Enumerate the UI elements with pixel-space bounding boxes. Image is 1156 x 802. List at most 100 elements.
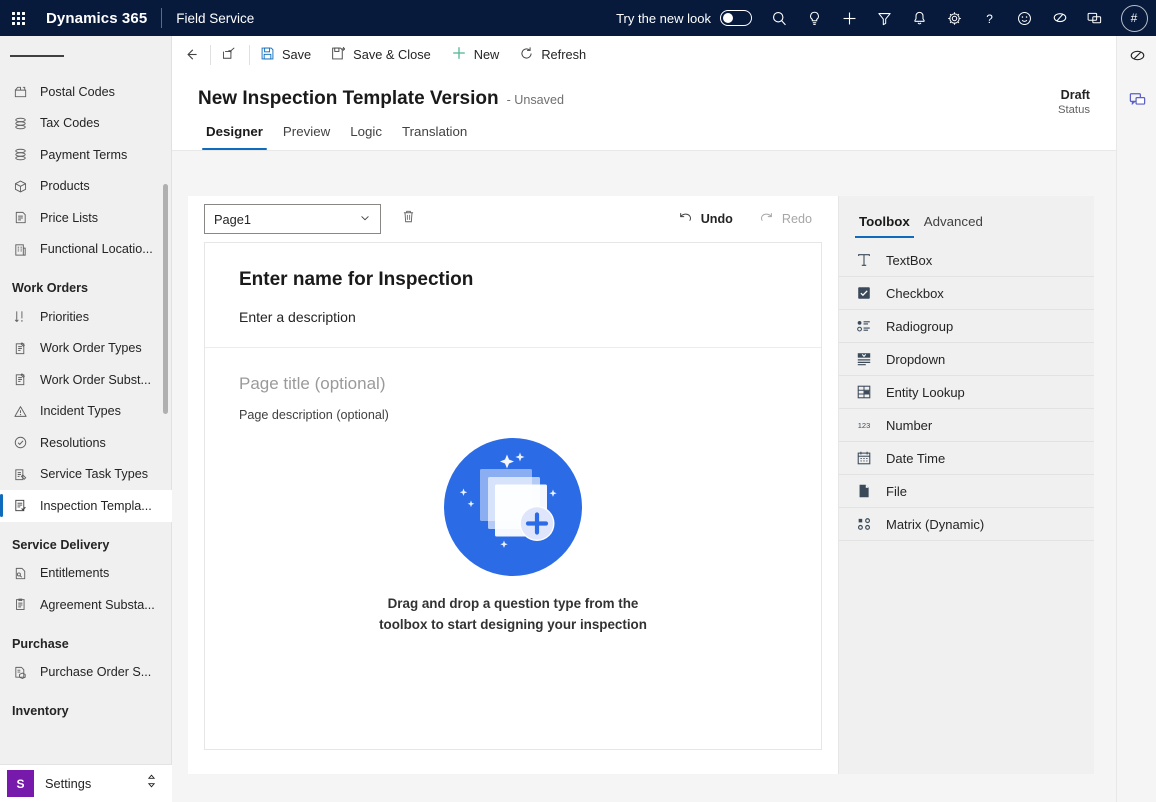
sidebar-item-label: Purchase Order S... xyxy=(40,665,152,680)
new-button[interactable]: New xyxy=(441,36,510,74)
save-and-close-button[interactable]: Save & Close xyxy=(321,36,441,74)
sidebar-item-payment-terms[interactable]: Payment Terms xyxy=(0,139,172,171)
refresh-button[interactable]: Refresh xyxy=(509,36,596,74)
sidebar-item-work-order-types[interactable]: Work Order Types xyxy=(0,333,172,365)
date-time-icon xyxy=(855,449,873,467)
sidebar-item-products[interactable]: Products xyxy=(0,171,172,203)
smiley-icon[interactable] xyxy=(1007,0,1042,36)
redo-icon xyxy=(759,210,774,228)
main-content: Save Save & Close New Refresh New Inspec… xyxy=(172,36,1116,802)
inspection-description-input[interactable]: Enter a description xyxy=(239,309,787,325)
dropdown-icon xyxy=(855,350,873,368)
sidebar-item-agreement-substatus[interactable]: Agreement Substa... xyxy=(0,589,172,621)
quick-create-icon[interactable] xyxy=(832,0,867,36)
toolbox-item-checkbox[interactable]: Checkbox xyxy=(839,277,1094,310)
back-button[interactable] xyxy=(172,36,210,74)
page-title-input[interactable]: Page title (optional) xyxy=(239,374,787,394)
sidebar-item-label: Inspection Templa... xyxy=(40,498,152,513)
copilot-icon xyxy=(1128,46,1147,70)
copilot-panel-button[interactable] xyxy=(1117,36,1156,80)
toolbox-item-matrix-dynamic[interactable]: Matrix (Dynamic) xyxy=(839,508,1094,541)
copilot-icon[interactable] xyxy=(1042,0,1077,36)
inspection-header-block: Enter name for Inspection Enter a descri… xyxy=(205,243,821,348)
sidebar-item-resolutions[interactable]: Resolutions xyxy=(0,427,172,459)
refresh-label: Refresh xyxy=(541,47,587,62)
undo-redo-group: Undo Redo xyxy=(668,204,822,234)
new-label: New xyxy=(473,47,500,62)
sidebar-collapse-button[interactable] xyxy=(0,36,172,76)
toolbox-item-textbox[interactable]: TextBox xyxy=(839,244,1094,277)
sidebar-group-work-orders: Work Orders xyxy=(12,281,89,295)
checkbox-icon xyxy=(855,284,873,302)
sidebar-scrollbar[interactable] xyxy=(163,184,168,414)
sidebar-item-label: Payment Terms xyxy=(40,147,128,162)
undo-button[interactable]: Undo xyxy=(668,204,743,234)
page-block: Page title (optional) Page description (… xyxy=(205,348,821,635)
tab-designer[interactable]: Designer xyxy=(198,110,271,150)
try-new-look-toggle[interactable]: Try the new look xyxy=(616,10,752,26)
incident-types-icon xyxy=(12,403,29,420)
lightbulb-icon[interactable] xyxy=(797,0,832,36)
delete-page-button[interactable] xyxy=(393,204,423,234)
tab-toolbox[interactable]: Toolbox xyxy=(855,210,914,238)
tab-preview[interactable]: Preview xyxy=(275,110,338,150)
save-button[interactable]: Save xyxy=(250,36,321,74)
record-tabs: Designer Preview Logic Translation xyxy=(172,110,1116,151)
refresh-icon xyxy=(519,46,534,64)
pop-out-button[interactable] xyxy=(211,36,249,74)
toolbox-items: TextBox Checkbox Radiogroup Dropdown Ent… xyxy=(839,238,1094,541)
tab-logic[interactable]: Logic xyxy=(342,110,390,150)
user-avatar-button[interactable]: # xyxy=(1112,0,1156,36)
sidebar-item-purchase-order-substatus[interactable]: Purchase Order S... xyxy=(0,657,172,689)
sidebar-item-price-lists[interactable]: Price Lists xyxy=(0,202,172,234)
inspection-name-input[interactable]: Enter name for Inspection xyxy=(239,269,787,291)
sidebar-item-label: Tax Codes xyxy=(40,116,100,131)
toolbox-item-date-time[interactable]: Date Time xyxy=(839,442,1094,475)
gear-icon[interactable] xyxy=(937,0,972,36)
search-icon[interactable] xyxy=(762,0,797,36)
page-description-input[interactable]: Page description (optional) xyxy=(239,408,787,422)
sidebar-group-inventory: Inventory xyxy=(12,704,69,718)
sidebar-item-label: Incident Types xyxy=(40,404,121,419)
chevron-updown-icon xyxy=(145,773,158,794)
tab-advanced[interactable]: Advanced xyxy=(920,210,987,238)
unsaved-indicator: - Unsaved xyxy=(506,93,564,107)
toolbox-item-file[interactable]: File xyxy=(839,475,1094,508)
redo-button[interactable]: Redo xyxy=(749,204,822,234)
empty-state: Drag and drop a question type from the t… xyxy=(239,438,787,635)
svg-text:123: 123 xyxy=(858,421,871,430)
filter-icon[interactable] xyxy=(867,0,902,36)
sidebar-item-entitlements[interactable]: Entitlements xyxy=(0,558,172,590)
bell-icon[interactable] xyxy=(902,0,937,36)
sidebar-item-service-task-types[interactable]: Service Task Types xyxy=(0,459,172,491)
toolbox-item-entity-lookup[interactable]: Entity Lookup xyxy=(839,376,1094,409)
designer-canvas-pane: Page1 Undo Redo Enter name for Inspectio… xyxy=(188,196,838,774)
app-launcher-button[interactable] xyxy=(0,0,36,36)
sidebar-item-label: Work Order Types xyxy=(40,341,142,356)
save-label: Save xyxy=(282,47,312,62)
page-select[interactable]: Page1 xyxy=(204,204,381,234)
chat-icon[interactable] xyxy=(1077,0,1112,36)
sidebar-item-inspection-templates[interactable]: Inspection Templa... xyxy=(0,490,172,522)
chat-panel-button[interactable] xyxy=(1117,80,1156,124)
sidebar-item-label: Service Task Types xyxy=(40,467,149,482)
toolbox-item-radiogroup[interactable]: Radiogroup xyxy=(839,310,1094,343)
sidebar-item-priorities[interactable]: Priorities xyxy=(0,301,172,333)
sidebar-item-incident-types[interactable]: Incident Types xyxy=(0,396,172,428)
page-select-value: Page1 xyxy=(214,211,252,227)
sidebar-item-work-order-substatus[interactable]: Work Order Subst... xyxy=(0,364,172,396)
empty-state-text: Drag and drop a question type from the t… xyxy=(379,596,647,632)
toolbox-item-label: Entity Lookup xyxy=(886,384,965,400)
sidebar-item-tax-codes[interactable]: Tax Codes xyxy=(0,108,172,140)
price-lists-icon xyxy=(12,209,29,226)
postal-codes-icon xyxy=(12,83,29,100)
help-icon[interactable]: ? xyxy=(972,0,1007,36)
tab-translation[interactable]: Translation xyxy=(394,110,475,150)
sidebar-item-postal-codes[interactable]: Postal Codes xyxy=(0,76,172,108)
toolbox-item-number[interactable]: 123 Number xyxy=(839,409,1094,442)
toolbox-item-dropdown[interactable]: Dropdown xyxy=(839,343,1094,376)
sidebar-item-functional-locations[interactable]: Functional Locatio... xyxy=(0,234,172,266)
new-look-switch[interactable] xyxy=(720,10,752,26)
payment-terms-icon xyxy=(12,146,29,163)
settings-area-switcher[interactable]: S Settings xyxy=(0,764,172,802)
